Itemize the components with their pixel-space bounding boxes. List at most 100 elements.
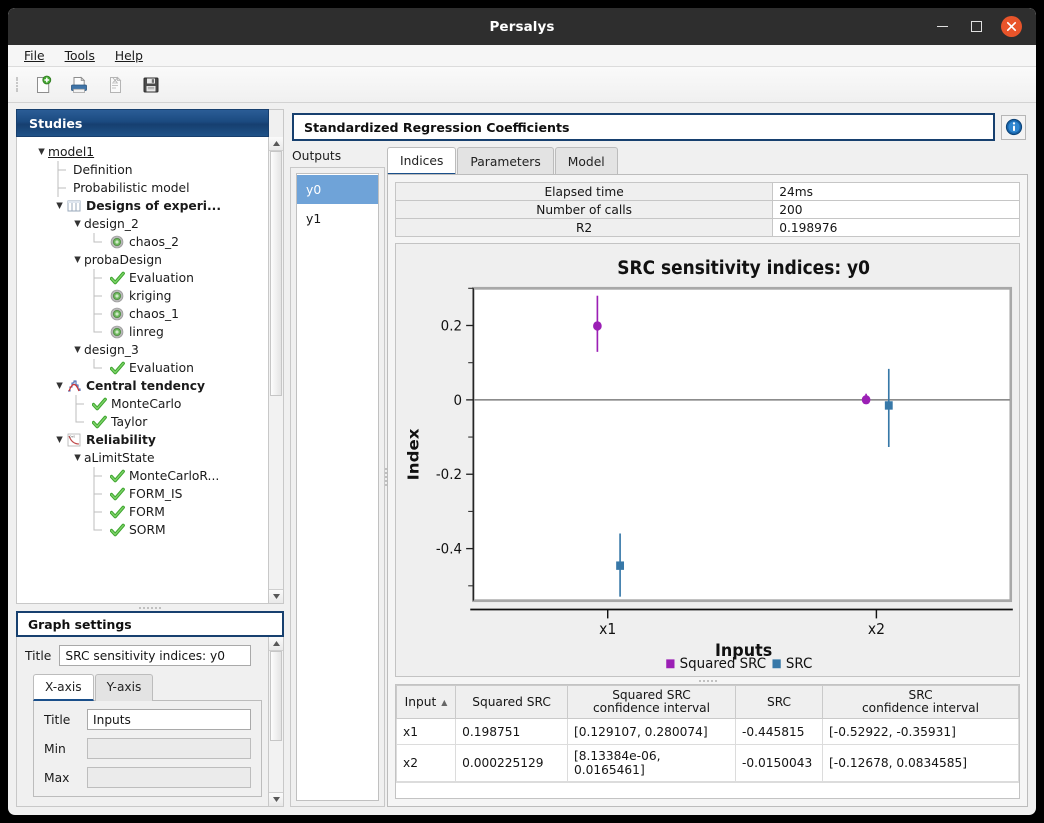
gs-scroll-track[interactable] [269, 651, 283, 792]
chevron-down-icon[interactable]: ▼ [71, 345, 84, 355]
graph-title-input[interactable] [59, 645, 251, 666]
tree-item-kriging[interactable]: kriging [17, 287, 268, 305]
left-panel-splitter[interactable] [16, 604, 284, 611]
menu-file[interactable]: File [24, 49, 45, 63]
table-header-label: Squared SRC [460, 696, 563, 709]
tree-item-chaos-2[interactable]: chaos_2 [17, 233, 268, 251]
summary-row: R20.198976 [396, 219, 1020, 237]
tree-item-sorm[interactable]: SORM [17, 521, 268, 539]
axis-min-row: Min [44, 738, 251, 759]
table-row[interactable]: x10.198751[0.129107, 0.280074]-0.445815[… [397, 719, 1019, 745]
y-tick-label: -0.4 [436, 541, 462, 558]
results-tabstrip: Indices Parameters Model [387, 147, 1028, 175]
tree-item-designs-of-experi[interactable]: ▼Designs of experi... [17, 197, 268, 215]
table-header-cell[interactable]: SRCconfidence interval [823, 686, 1019, 719]
new-study-button[interactable] [30, 72, 56, 98]
tree-item-form[interactable]: FORM [17, 503, 268, 521]
chevron-down-icon[interactable]: ▼ [71, 453, 84, 463]
toolbar-grip[interactable] [16, 75, 20, 95]
info-icon [1005, 118, 1023, 136]
table-header-cell[interactable]: Squared SRCconfidence interval [568, 686, 736, 719]
tree-item-central-tendency[interactable]: ▼Central tendency [17, 377, 268, 395]
marker-square [885, 401, 893, 409]
gs-scroll-down-icon[interactable] [269, 792, 283, 806]
save-study-button[interactable] [138, 72, 164, 98]
tab-x-axis-label: X-axis [45, 680, 82, 694]
table-header-cell[interactable]: Input▲ [397, 686, 456, 719]
tree-item-design-2[interactable]: ▼design_2 [17, 215, 268, 233]
table-header-cell[interactable]: SRC [735, 686, 822, 719]
indices-tab-panel: Elapsed time24msNumber of calls200R20.19… [387, 174, 1028, 807]
table-cell: [0.129107, 0.280074] [568, 719, 736, 745]
table-row[interactable]: x20.000225129[8.13384e-06, 0.0165461]-0.… [397, 745, 1019, 782]
tree-item-evaluation[interactable]: Evaluation [17, 269, 268, 287]
tree-item-definition[interactable]: Definition [17, 161, 268, 179]
graph-settings-scrollbar[interactable] [269, 637, 284, 807]
tree-item-form-is[interactable]: FORM_IS [17, 485, 268, 503]
gs-scroll-up-icon[interactable] [269, 637, 283, 651]
tree-item-probadesign[interactable]: ▼probaDesign [17, 251, 268, 269]
import-script-button[interactable] [102, 72, 128, 98]
outputs-list[interactable]: y0y1 [296, 173, 379, 801]
scroll-up-icon[interactable] [269, 137, 283, 151]
tree-item-label: design_2 [84, 215, 139, 233]
output-item-y1[interactable]: y1 [297, 204, 378, 233]
tree-item-probabilistic-model[interactable]: Probabilistic model [17, 179, 268, 197]
scroll-down-icon[interactable] [269, 589, 283, 603]
tree-item-montecarlo[interactable]: MonteCarlo [17, 395, 268, 413]
chevron-down-icon[interactable]: ▼ [71, 255, 84, 265]
table-cell: [-0.52922, -0.35931] [823, 719, 1019, 745]
axis-max-input[interactable] [87, 767, 251, 788]
distribution-icon [66, 378, 82, 394]
chart-table-splitter[interactable] [395, 677, 1020, 684]
studies-tree[interactable]: ▼model1DefinitionProbabilistic model▼Des… [16, 137, 269, 604]
tree-item-alimitstate[interactable]: ▼aLimitState [17, 449, 268, 467]
tab-indices-label: Indices [400, 154, 443, 168]
chevron-down-icon[interactable]: ▼ [53, 201, 66, 211]
studies-tree-scrollbar[interactable] [269, 137, 284, 604]
tree-item-evaluation[interactable]: Evaluation [17, 359, 268, 377]
table-header-cell[interactable]: Squared SRC [456, 686, 568, 719]
tab-parameters[interactable]: Parameters [457, 147, 553, 175]
tab-y-axis[interactable]: Y-axis [95, 674, 154, 701]
legend-item-squared-src: Squared SRC [666, 656, 766, 673]
menu-help[interactable]: Help [115, 49, 143, 63]
menu-tools[interactable]: Tools [65, 49, 95, 63]
tree-item-taylor[interactable]: Taylor [17, 413, 268, 431]
graph-title-row: Title [25, 645, 262, 666]
gear-icon [109, 288, 125, 304]
chevron-down-icon[interactable]: ▼ [71, 219, 84, 229]
minimize-button[interactable] [933, 18, 951, 36]
close-button[interactable] [1001, 16, 1022, 37]
tree-branch-icon [89, 504, 105, 520]
chevron-down-icon[interactable]: ▼ [53, 435, 66, 445]
src-indices-chart: SRC sensitivity indices: y0 Index Inputs… [396, 244, 1019, 676]
chevron-down-icon[interactable]: ▼ [35, 147, 48, 157]
tree-item-montecarlor[interactable]: MonteCarloR... [17, 467, 268, 485]
tree-item-reliability[interactable]: ▼0e0Reliability [17, 431, 268, 449]
tab-model[interactable]: Model [555, 147, 618, 175]
gs-scroll-thumb[interactable] [270, 651, 282, 741]
output-item-y0[interactable]: y0 [297, 175, 378, 204]
open-study-button[interactable] [66, 72, 92, 98]
maximize-button[interactable] [967, 18, 985, 36]
table-cell: -0.0150043 [735, 745, 822, 782]
scroll-thumb[interactable] [270, 151, 282, 396]
tree-item-chaos-1[interactable]: chaos_1 [17, 305, 268, 323]
tree-item-model1[interactable]: ▼model1 [17, 143, 268, 161]
info-button[interactable] [1001, 115, 1026, 140]
page-title-row: Standardized Regression Coefficients [290, 109, 1028, 147]
tab-indices[interactable]: Indices [387, 147, 456, 175]
close-icon [1001, 16, 1022, 37]
chevron-down-icon[interactable]: ▼ [53, 381, 66, 391]
tab-x-axis[interactable]: X-axis [33, 674, 94, 701]
tree-item-label: Definition [73, 161, 133, 179]
axis-title-input[interactable] [87, 709, 251, 730]
scroll-track[interactable] [269, 151, 283, 589]
axis-min-input[interactable] [87, 738, 251, 759]
tree-item-design-3[interactable]: ▼design_3 [17, 341, 268, 359]
tree-item-linreg[interactable]: linreg [17, 323, 268, 341]
chart-legend: Squared SRCSRC [666, 656, 812, 673]
summary-value: 200 [773, 201, 1020, 219]
tree-item-label: Evaluation [129, 269, 194, 287]
